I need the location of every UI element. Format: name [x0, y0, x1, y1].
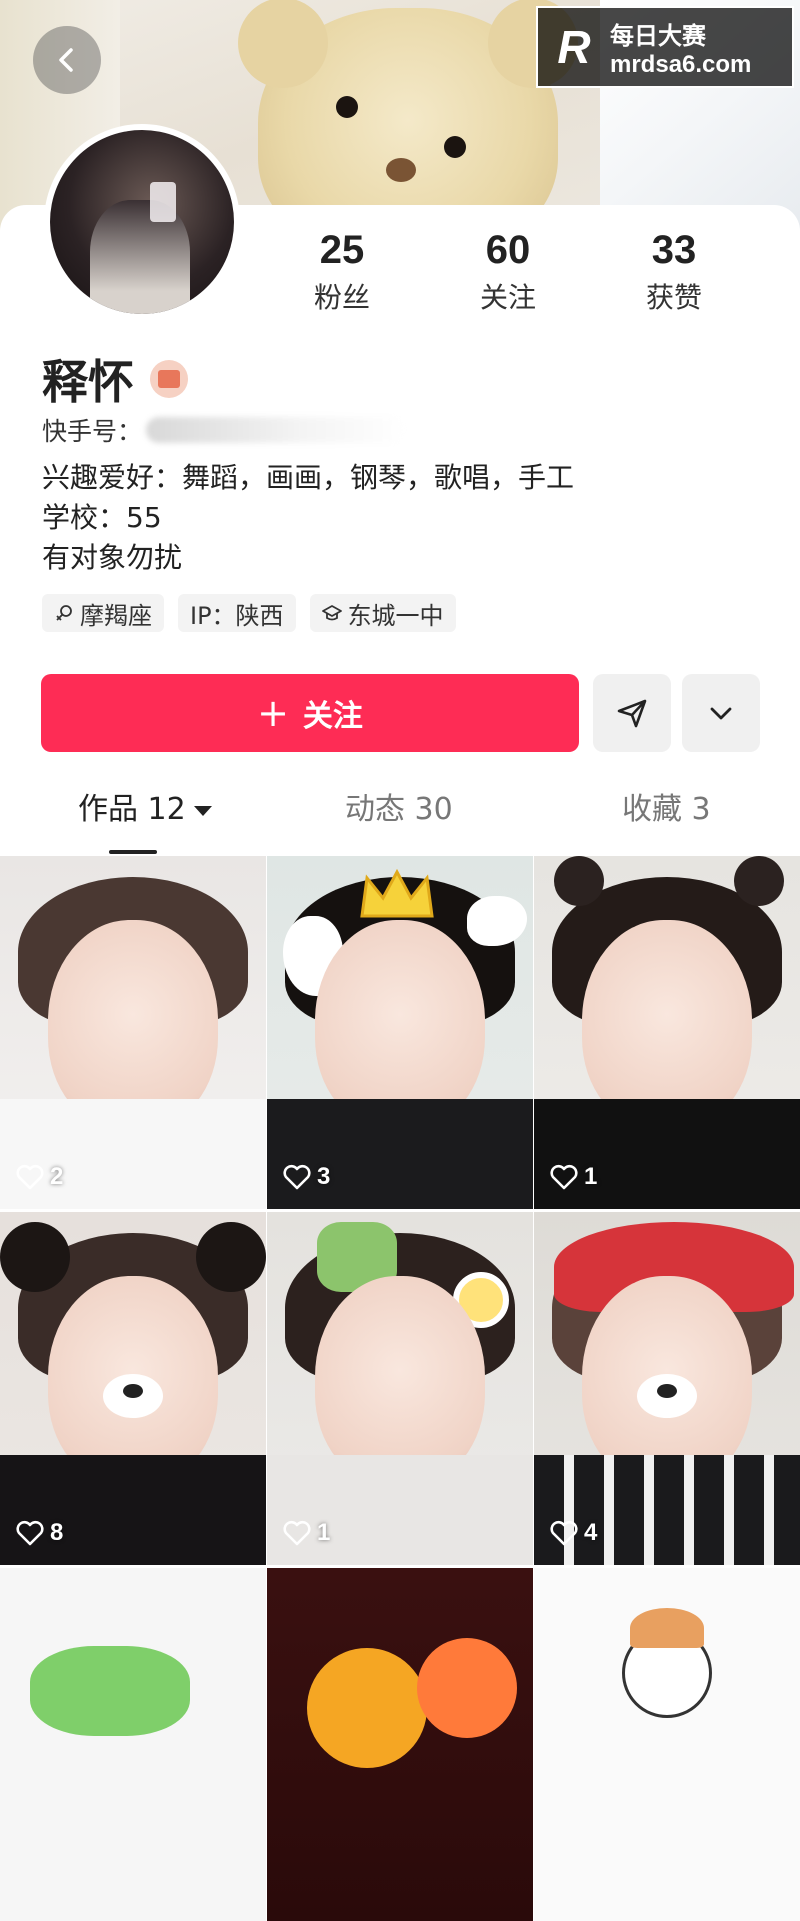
tag-ip[interactable]: IP：陕西 [178, 594, 296, 632]
heart-icon [16, 1164, 44, 1190]
post-likes-count: 4 [584, 1519, 598, 1546]
kuaishou-id: 快手号： [42, 412, 407, 448]
bio-line: 有对象勿扰 [42, 541, 183, 574]
zodiac-icon [56, 605, 72, 621]
heart-icon [550, 1164, 578, 1190]
post-tile[interactable] [534, 1568, 800, 1921]
bio-line: 学校：55 [42, 501, 162, 534]
tab-label: 收藏 3 [622, 792, 711, 827]
post-tile[interactable]: 1 [267, 1212, 533, 1565]
level-badge-icon[interactable] [150, 360, 188, 398]
post-tile[interactable]: 8 [0, 1212, 266, 1565]
post-tile[interactable] [267, 1568, 533, 1921]
post-likes-count: 1 [584, 1163, 598, 1190]
bear-ear [238, 0, 328, 88]
more-button[interactable] [682, 674, 760, 752]
post-tile[interactable] [0, 1568, 266, 1921]
heart-icon [283, 1520, 311, 1546]
name-row: 释怀 [42, 346, 188, 412]
stat-fans[interactable]: 25 粉丝 [282, 228, 402, 316]
follow-label: 关注 [302, 699, 363, 734]
post-tile[interactable]: 1 [534, 856, 800, 1209]
tag-zodiac[interactable]: 摩羯座 [42, 594, 164, 632]
kuaishou-id-label: 快手号： [42, 417, 143, 446]
bear-eye [336, 96, 358, 118]
post-tile[interactable]: 3 [267, 856, 533, 1209]
tag-label: 东城一中 [347, 601, 444, 630]
tag-label: IP：陕西 [190, 601, 284, 630]
watermark-url: mrdsa6.com [610, 50, 752, 78]
heart-icon [16, 1520, 44, 1546]
school-icon [321, 605, 342, 621]
chevron-down-icon [710, 707, 732, 720]
send-icon [617, 699, 647, 728]
post-likes: 8 [16, 1519, 63, 1547]
caret-down-icon [193, 805, 212, 816]
profile-tags: 摩羯座 IP：陕西 东城一中 [42, 594, 456, 632]
stat-following[interactable]: 60 关注 [448, 228, 568, 316]
active-tab-indicator [109, 850, 157, 854]
user-name: 释怀 [42, 355, 134, 409]
kuaishou-id-redacted [146, 417, 407, 443]
post-likes: 4 [550, 1519, 597, 1547]
stat-label: 关注 [479, 281, 536, 314]
post-likes: 3 [283, 1163, 330, 1191]
tab-moments[interactable]: 动态 30 [345, 784, 453, 828]
bio: 兴趣爱好：舞蹈，画画，钢琴，歌唱，手工 学校：55 有对象勿扰 [42, 458, 574, 578]
post-likes-count: 1 [317, 1519, 331, 1546]
watermark: R 每日大赛 mrdsa6.com [536, 6, 794, 88]
tag-school[interactable]: 东城一中 [309, 594, 456, 632]
back-button[interactable] [33, 26, 101, 94]
stat-label: 粉丝 [313, 281, 370, 314]
tab-favorites[interactable]: 收藏 3 [622, 784, 711, 828]
tab-label: 动态 30 [345, 792, 453, 827]
post-likes: 1 [283, 1519, 330, 1547]
stat-likes[interactable]: 33 获赞 [614, 228, 734, 316]
chevron-left-icon [59, 48, 73, 72]
stat-value: 33 [651, 228, 697, 272]
stat-value: 60 [485, 228, 531, 272]
post-likes-count: 2 [50, 1163, 64, 1190]
bio-line: 兴趣爱好：舞蹈，画画，钢琴，歌唱，手工 [42, 461, 575, 494]
message-button[interactable] [593, 674, 671, 752]
avatar[interactable] [44, 124, 240, 320]
bear-eye [444, 136, 466, 158]
post-likes: 1 [550, 1163, 597, 1191]
tag-label: 摩羯座 [80, 601, 152, 630]
crown-sticker [360, 868, 434, 918]
follow-button[interactable]: + 关注 [41, 674, 579, 752]
post-likes-count: 8 [50, 1519, 64, 1546]
post-tile[interactable]: 2 [0, 856, 266, 1209]
post-tile[interactable]: 4 [534, 1212, 800, 1565]
post-likes-count: 3 [317, 1163, 331, 1190]
heart-icon [550, 1520, 578, 1546]
bear-nose [386, 158, 416, 182]
plus-icon: + [257, 691, 289, 735]
stat-value: 25 [319, 228, 365, 272]
tab-label: 作品 12 [78, 792, 186, 827]
watermark-logo: R [557, 21, 591, 73]
post-likes: 2 [16, 1163, 63, 1191]
watermark-title: 每日大赛 [610, 21, 706, 50]
stat-label: 获赞 [645, 281, 702, 314]
tab-works[interactable]: 作品 12 [78, 784, 212, 828]
content-tabs: 作品 12 动态 30 收藏 3 [0, 784, 800, 840]
heart-icon [283, 1164, 311, 1190]
avatar-phone-glow [150, 182, 176, 222]
